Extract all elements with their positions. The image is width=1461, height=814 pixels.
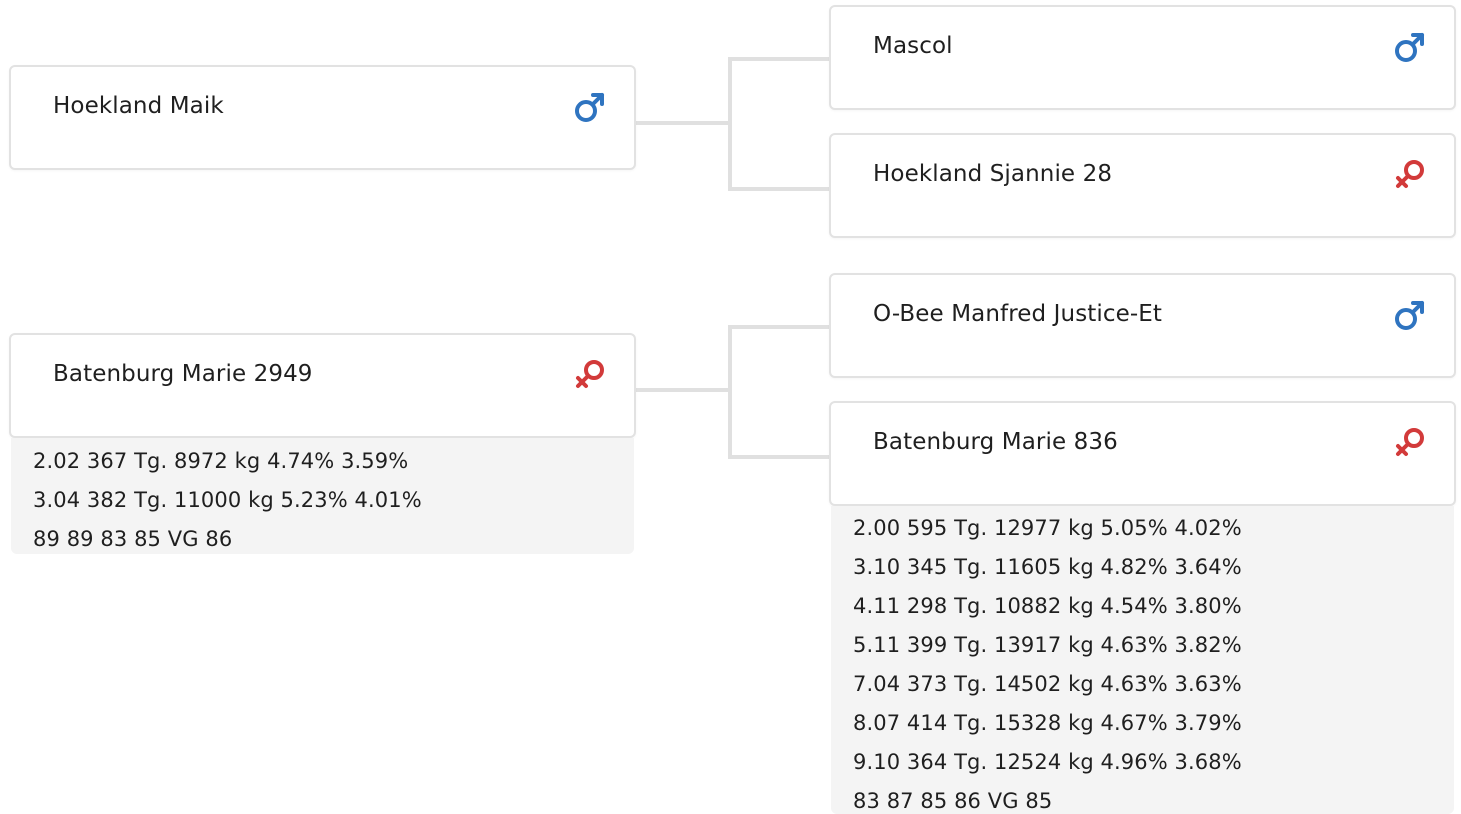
animal-name: Batenburg Marie 2949	[53, 361, 313, 387]
animal-card-sire-dam[interactable]: Hoekland Sjannie 28	[829, 133, 1456, 238]
female-icon	[1392, 425, 1428, 461]
stats-line: 83 87 85 86 VG 85	[853, 789, 1053, 813]
connector-sire-horizontal	[634, 121, 732, 125]
animal-stats-dam-dam: 2.00 595 Tg. 12977 kg 5.05% 4.02% 3.10 3…	[831, 506, 1454, 814]
animal-card-dam-sire[interactable]: O-Bee Manfred Justice-Et	[829, 273, 1456, 378]
male-icon	[1392, 297, 1428, 333]
stats-line: 2.00 595 Tg. 12977 kg 5.05% 4.02%	[853, 516, 1242, 540]
animal-name: Mascol	[873, 33, 953, 59]
stats-line: 8.07 414 Tg. 15328 kg 4.67% 3.79%	[853, 711, 1242, 735]
connector-sire-top	[728, 57, 832, 61]
stats-line: 3.10 345 Tg. 11605 kg 4.82% 3.64%	[853, 555, 1242, 579]
stats-line: 4.11 298 Tg. 10882 kg 4.54% 3.80%	[853, 594, 1242, 618]
connector-sire-vertical	[728, 57, 732, 191]
stats-line: 3.04 382 Tg. 11000 kg 5.23% 4.01%	[33, 488, 422, 512]
female-icon	[572, 357, 608, 393]
animal-name: O-Bee Manfred Justice-Et	[873, 301, 1163, 327]
connector-dam-horizontal	[634, 388, 732, 392]
animal-card-sire-sire[interactable]: Mascol	[829, 5, 1456, 110]
connector-dam-bottom	[728, 455, 832, 459]
animal-stats-dam: 2.02 367 Tg. 8972 kg 4.74% 3.59% 3.04 38…	[11, 438, 634, 554]
animal-name: Hoekland Maik	[53, 93, 224, 119]
stats-line: 9.10 364 Tg. 12524 kg 4.96% 3.68%	[853, 750, 1242, 774]
animal-card-dam[interactable]: Batenburg Marie 2949	[9, 333, 636, 438]
stats-line: 89 89 83 85 VG 86	[33, 527, 233, 551]
male-icon	[1392, 29, 1428, 65]
pedigree-tree: Hoekland Maik Mascol Hoekland Sjannie 28…	[0, 0, 1461, 814]
stats-line: 2.02 367 Tg. 8972 kg 4.74% 3.59%	[33, 449, 409, 473]
animal-name: Hoekland Sjannie 28	[873, 161, 1113, 187]
connector-sire-bottom	[728, 187, 832, 191]
animal-card-dam-dam[interactable]: Batenburg Marie 836	[829, 401, 1456, 506]
connector-dam-top	[728, 325, 832, 329]
animal-name: Batenburg Marie 836	[873, 429, 1118, 455]
female-icon	[1392, 157, 1428, 193]
male-icon	[572, 89, 608, 125]
stats-line: 5.11 399 Tg. 13917 kg 4.63% 3.82%	[853, 633, 1242, 657]
connector-dam-vertical	[728, 325, 732, 459]
animal-card-sire[interactable]: Hoekland Maik	[9, 65, 636, 170]
stats-line: 7.04 373 Tg. 14502 kg 4.63% 3.63%	[853, 672, 1242, 696]
